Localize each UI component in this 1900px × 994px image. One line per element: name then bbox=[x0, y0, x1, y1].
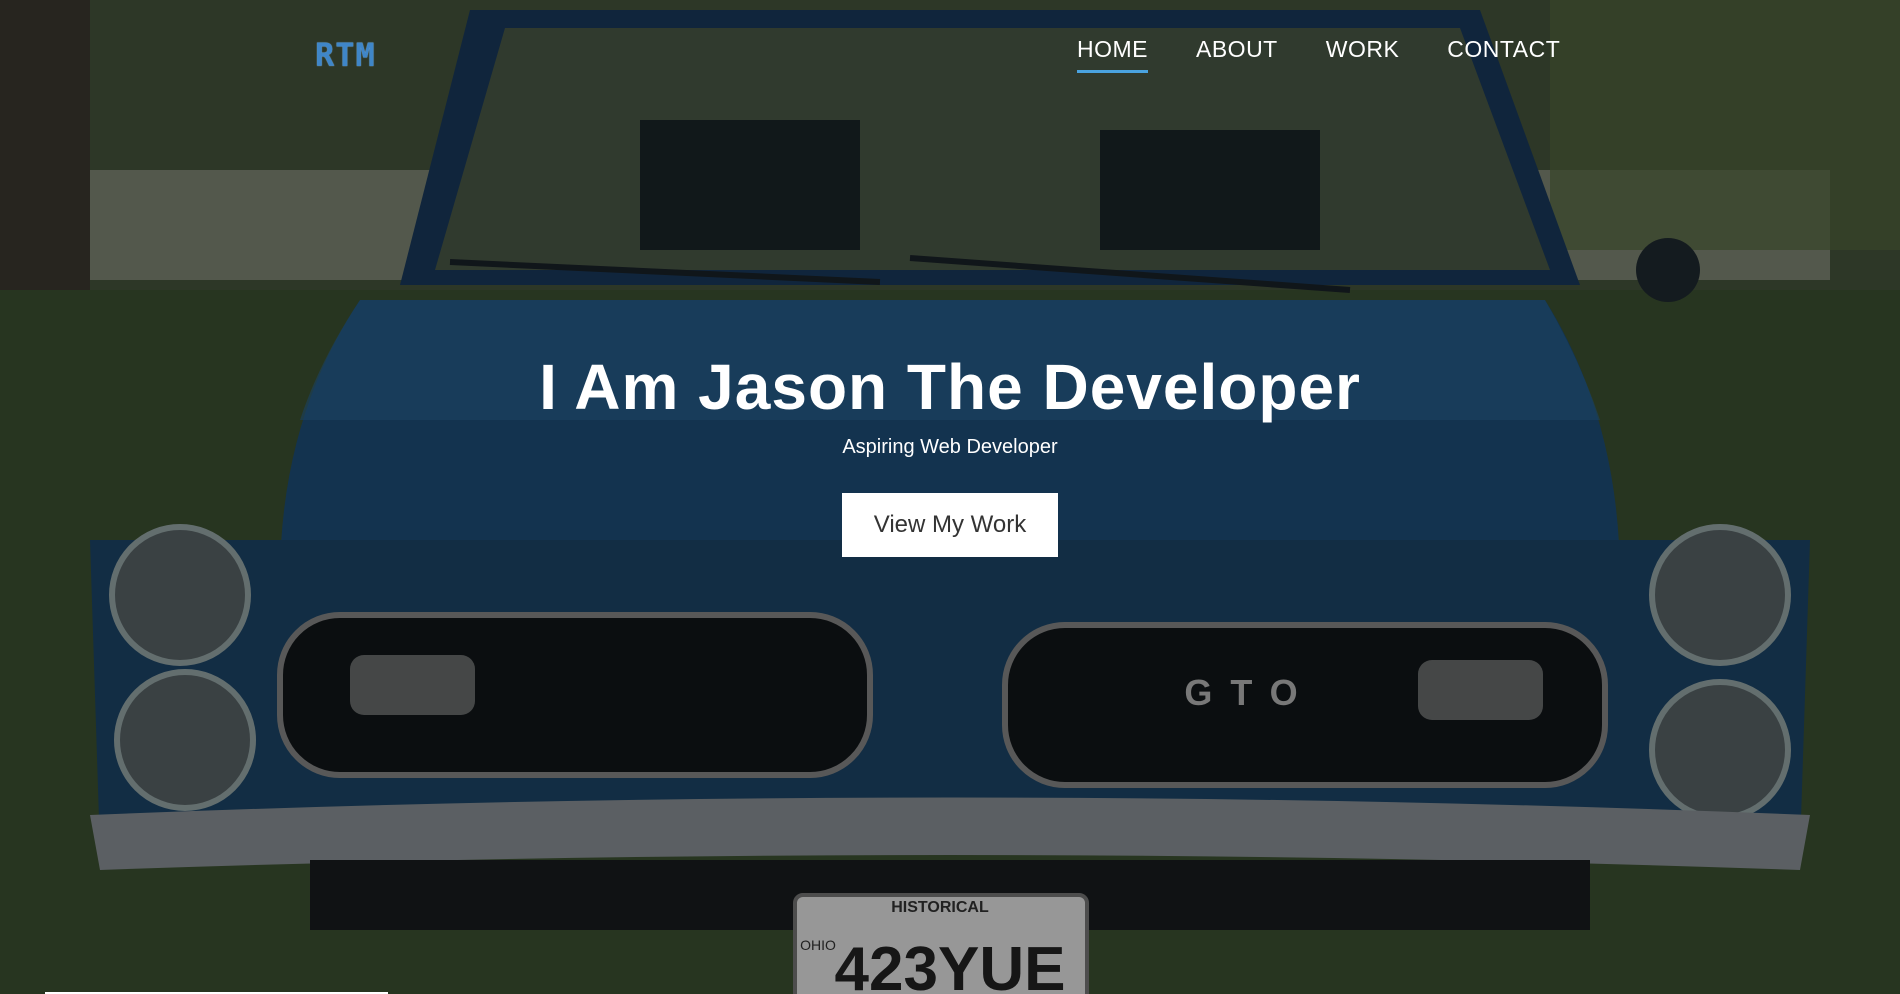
hero-section: GTO HISTORICAL 423YUE OHIO RTM HOME ABOU… bbox=[0, 0, 1900, 994]
hero-content: I Am Jason The Developer Aspiring Web De… bbox=[0, 350, 1900, 557]
view-my-work-button[interactable]: View My Work bbox=[841, 493, 1059, 557]
site-logo[interactable]: RTM bbox=[315, 36, 376, 74]
nav-item-contact[interactable]: CONTACT bbox=[1447, 36, 1560, 73]
main-nav: HOME ABOUT WORK CONTACT bbox=[1077, 36, 1560, 73]
hero-title: I Am Jason The Developer bbox=[539, 351, 1361, 423]
nav-item-about[interactable]: ABOUT bbox=[1196, 36, 1278, 73]
nav-item-home[interactable]: HOME bbox=[1077, 36, 1148, 73]
nav-item-work[interactable]: WORK bbox=[1326, 36, 1400, 73]
hero-subtitle: Aspiring Web Developer bbox=[842, 436, 1058, 458]
